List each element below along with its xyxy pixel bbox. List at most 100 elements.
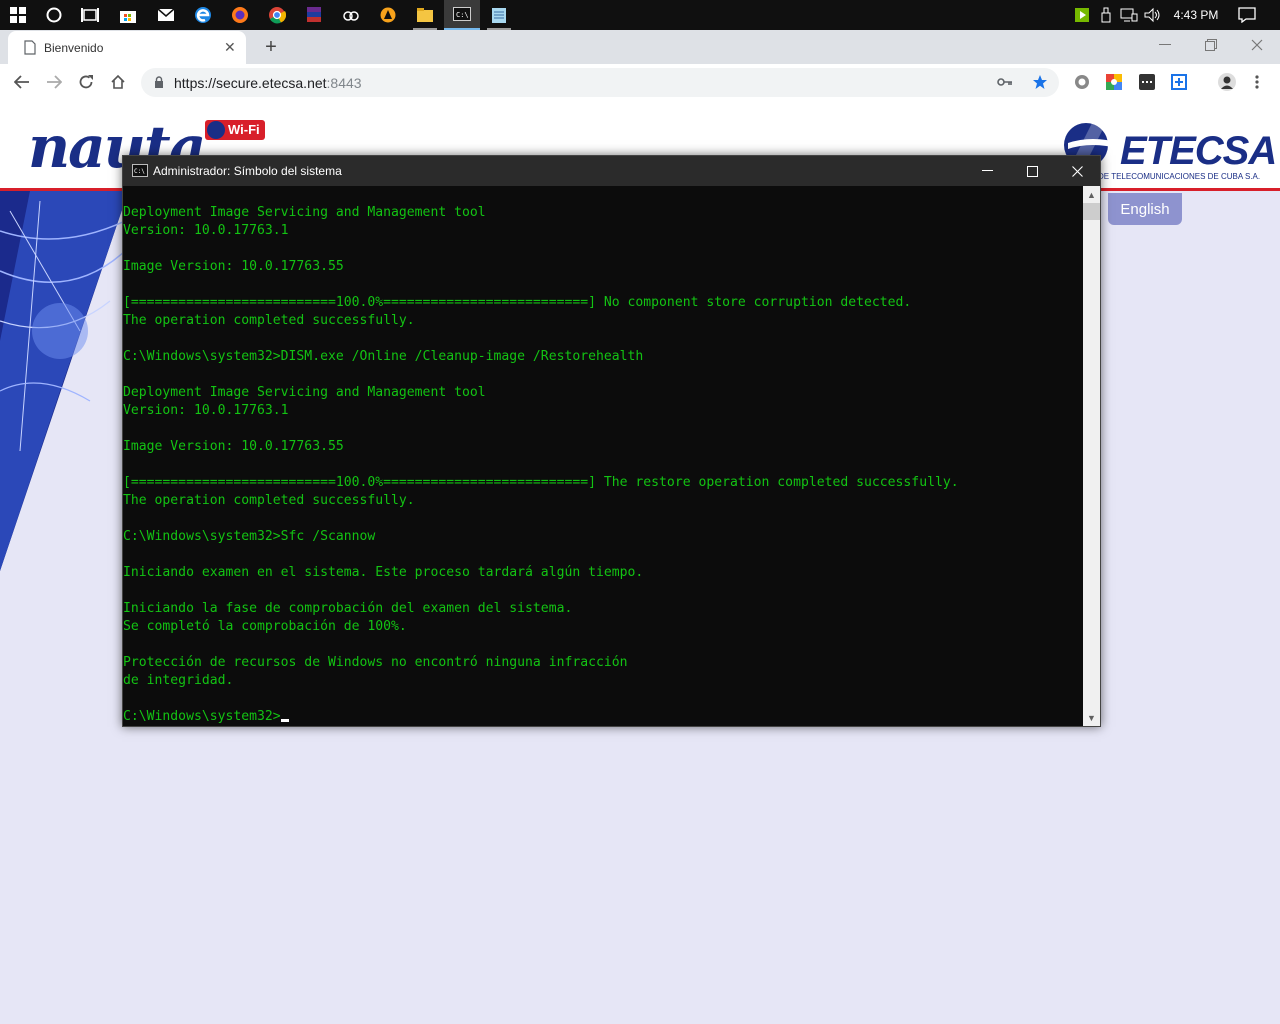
- store-button[interactable]: [110, 0, 146, 30]
- browser-tab[interactable]: Bienvenido ✕: [8, 31, 246, 64]
- close-icon: [1071, 165, 1083, 177]
- cmd-titlebar[interactable]: C:\ Administrador: Símbolo del sistema: [123, 156, 1100, 186]
- new-tab-button[interactable]: +: [262, 36, 280, 59]
- address-bar[interactable]: https://secure.etecsa.net:8443: [141, 68, 1059, 97]
- url-host: https://secure.etecsa.net: [174, 75, 327, 91]
- minimize-icon: [1159, 44, 1171, 45]
- winrar-button[interactable]: [296, 0, 332, 30]
- extension-icon-3[interactable]: [1139, 74, 1155, 90]
- browser-minimize-button[interactable]: [1142, 30, 1188, 60]
- browser-close-button[interactable]: [1234, 30, 1280, 60]
- mail-icon: [157, 8, 175, 21]
- volume-tray-icon[interactable]: [1144, 6, 1162, 24]
- console-line: Image Version: 10.0.17763.55: [123, 439, 344, 454]
- extension-icon-4[interactable]: [1171, 74, 1187, 90]
- wifi-badge-text: Wi-Fi: [228, 122, 260, 137]
- console-line: C:\Windows\system32>DISM.exe /Online /Cl…: [123, 349, 644, 364]
- browser-restore-button[interactable]: [1188, 30, 1234, 60]
- task-view-icon: [81, 8, 99, 22]
- globe-banner-image: [0, 191, 125, 571]
- console-line: de integridad.: [123, 673, 234, 688]
- taskbar-clock[interactable]: 4:43 PM: [1164, 0, 1228, 30]
- notepad-button[interactable]: [481, 0, 517, 30]
- reload-button[interactable]: [72, 68, 100, 96]
- console-lines: Deployment Image Servicing and Managemen…: [123, 186, 1083, 726]
- back-arrow-icon: [14, 75, 29, 89]
- app-icon: [343, 11, 359, 21]
- chrome-icon: [269, 7, 286, 24]
- cmd-title: Administrador: Símbolo del sistema: [153, 164, 342, 178]
- console-line: C:\Windows\system32>: [123, 708, 1083, 726]
- windows-logo-icon: [10, 7, 26, 23]
- bookmark-star-icon[interactable]: [1032, 74, 1048, 90]
- cmd-minimize-button[interactable]: [964, 156, 1010, 186]
- tab-title: Bienvenido: [44, 41, 104, 55]
- svg-text:C:\: C:\: [456, 11, 469, 19]
- home-icon: [111, 74, 125, 89]
- extension-icon-1[interactable]: [1074, 74, 1090, 90]
- url-text[interactable]: https://secure.etecsa.net:8443: [174, 75, 362, 91]
- etecsa-subtitle: DE TELECOMUNICACIONES DE CUBA S.A.: [1098, 172, 1261, 181]
- forward-arrow-icon: [47, 75, 62, 89]
- notification-icon: [1238, 7, 1256, 23]
- url-port: :8443: [326, 75, 362, 91]
- action-center-button[interactable]: [1236, 6, 1258, 24]
- mail-button[interactable]: [148, 0, 184, 30]
- usb-tray-icon[interactable]: [1099, 6, 1113, 24]
- scroll-down-arrow-icon[interactable]: ▼: [1083, 709, 1100, 726]
- command-prompt-window[interactable]: C:\ Administrador: Símbolo del sistema D…: [122, 155, 1101, 727]
- usb-icon: [1101, 7, 1111, 23]
- chrome-button[interactable]: [259, 0, 295, 30]
- avast-icon: [380, 7, 396, 23]
- etecsa-wordmark: ETECSA: [1120, 129, 1277, 173]
- home-button[interactable]: [104, 68, 132, 96]
- console-line: Protección de recursos de Windows no enc…: [123, 655, 628, 670]
- menu-dots-icon[interactable]: [1254, 75, 1260, 91]
- cmd-taskbar-button[interactable]: C:\: [444, 0, 480, 30]
- cmd-close-button[interactable]: [1054, 156, 1100, 186]
- task-view-button[interactable]: [72, 0, 108, 30]
- minimize-icon: [981, 170, 993, 171]
- firefox-button[interactable]: [222, 0, 258, 30]
- nvidia-tray-icon[interactable]: [1074, 6, 1090, 24]
- language-button[interactable]: English: [1108, 193, 1182, 225]
- notepad-icon: [492, 8, 506, 23]
- console-line: The operation completed successfully.: [123, 493, 415, 508]
- app-button[interactable]: [333, 0, 369, 30]
- avast-button[interactable]: [370, 0, 406, 30]
- forward-button[interactable]: [40, 68, 68, 96]
- back-button[interactable]: [8, 68, 36, 96]
- cmd-scrollbar[interactable]: ▲ ▼: [1083, 186, 1100, 726]
- tab-close-icon[interactable]: ✕: [224, 39, 236, 56]
- extension-icon-2[interactable]: [1106, 74, 1122, 90]
- console-line: [==========================100.0%=======…: [123, 295, 912, 310]
- scroll-up-arrow-icon[interactable]: ▲: [1083, 186, 1100, 203]
- console-line: Iniciando examen en el sistema. Este pro…: [123, 565, 644, 580]
- console-line: Iniciando la fase de comprobación del ex…: [123, 601, 573, 616]
- start-button[interactable]: [0, 0, 36, 30]
- tray-app-icon: [1075, 8, 1089, 22]
- profile-avatar-icon[interactable]: [1218, 73, 1236, 91]
- svg-text:C:\: C:\: [134, 168, 145, 175]
- scroll-thumb[interactable]: [1083, 203, 1100, 220]
- cmd-maximize-button[interactable]: [1009, 156, 1055, 186]
- network-tray-icon[interactable]: [1120, 6, 1138, 24]
- file-explorer-button[interactable]: [407, 0, 443, 30]
- console-line: The operation completed successfully.: [123, 313, 415, 328]
- page-icon: [24, 40, 36, 55]
- cmd-console-output[interactable]: Deployment Image Servicing and Managemen…: [123, 186, 1083, 726]
- cmd-icon: C:\: [453, 7, 471, 21]
- browser-toolbar: https://secure.etecsa.net:8443: [0, 64, 1280, 102]
- console-line: Image Version: 10.0.17763.55: [123, 259, 344, 274]
- edge-button[interactable]: [185, 0, 221, 30]
- close-icon: [1251, 39, 1263, 51]
- cortana-button[interactable]: [36, 0, 72, 30]
- key-icon[interactable]: [997, 76, 1013, 88]
